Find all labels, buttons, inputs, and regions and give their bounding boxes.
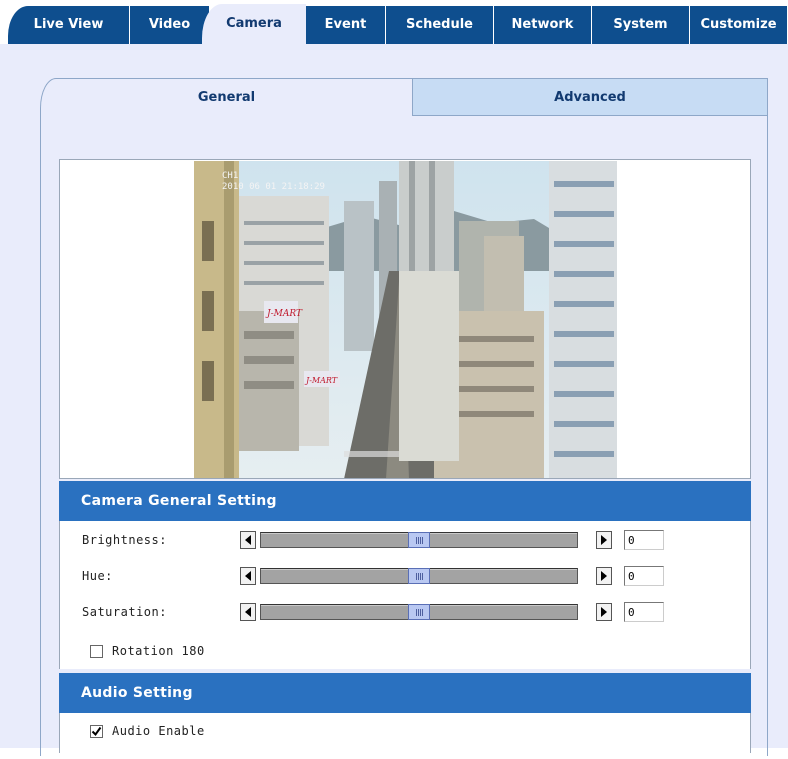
camera-preview-image: J-MART J-MART CH1 2010 06 01 21:18:29 [194,161,617,478]
audio-enable-checkbox[interactable] [90,725,103,738]
tab-system[interactable]: System [592,6,690,44]
arrow-left-icon [245,607,251,617]
brightness-increase-button[interactable] [596,531,612,549]
arrow-right-icon [601,535,607,545]
tab-video[interactable]: Video [130,6,210,44]
camera-general-setting-header: Camera General Setting [59,481,751,521]
brightness-track[interactable] [260,532,578,548]
brightness-label: Brightness: [82,533,167,547]
saturation-decrease-button[interactable] [240,603,256,621]
saturation-slider[interactable] [240,602,612,622]
hue-increase-button[interactable] [596,567,612,585]
tab-camera[interactable]: Camera [202,4,306,46]
brightness-thumb[interactable] [408,532,430,548]
top-navigation: Live View Video Camera Event Schedule Ne… [0,0,788,46]
preview-channel-text: CH1 [222,171,238,181]
brightness-decrease-button[interactable] [240,531,256,549]
store-sign-top: J-MART [265,309,303,319]
arrow-left-icon [245,535,251,545]
hue-thumb[interactable] [408,568,430,584]
audio-setting-body: Audio Enable [59,713,751,753]
audio-setting-header: Audio Setting [59,673,751,713]
tab-live-view[interactable]: Live View [8,6,130,44]
tab-event[interactable]: Event [306,6,386,44]
audio-enable-label: Audio Enable [112,724,205,738]
subtab-general[interactable]: General [40,78,412,116]
arrow-right-icon [601,571,607,581]
tab-customize[interactable]: Customize [690,6,788,44]
sub-tabs: General Advanced [40,78,768,116]
camera-settings-content: J-MART J-MART CH1 2010 06 01 21:18:29 Ca… [59,159,751,759]
saturation-thumb[interactable] [408,604,430,620]
tab-network[interactable]: Network [494,6,592,44]
brightness-input[interactable] [624,530,664,550]
saturation-increase-button[interactable] [596,603,612,621]
hue-input[interactable] [624,566,664,586]
checkmark-icon [91,726,102,737]
saturation-input[interactable] [624,602,664,622]
store-sign-bottom: J-MART [304,376,338,385]
brightness-slider[interactable] [240,530,612,550]
rotation-180-label: Rotation 180 [112,644,205,658]
arrow-right-icon [601,607,607,617]
hue-label: Hue: [82,569,113,583]
hue-slider[interactable] [240,566,612,586]
subtab-advanced[interactable]: Advanced [412,78,768,116]
hue-decrease-button[interactable] [240,567,256,585]
saturation-track[interactable] [260,604,578,620]
tab-schedule[interactable]: Schedule [386,6,494,44]
rotation-180-checkbox[interactable] [90,645,103,658]
preview-timestamp-text: 2010 06 01 21:18:29 [222,182,325,192]
hue-track[interactable] [260,568,578,584]
saturation-label: Saturation: [82,605,167,619]
camera-preview: J-MART J-MART CH1 2010 06 01 21:18:29 [59,159,751,479]
arrow-left-icon [245,571,251,581]
camera-general-setting-body: Brightness: Hue: [59,521,751,669]
